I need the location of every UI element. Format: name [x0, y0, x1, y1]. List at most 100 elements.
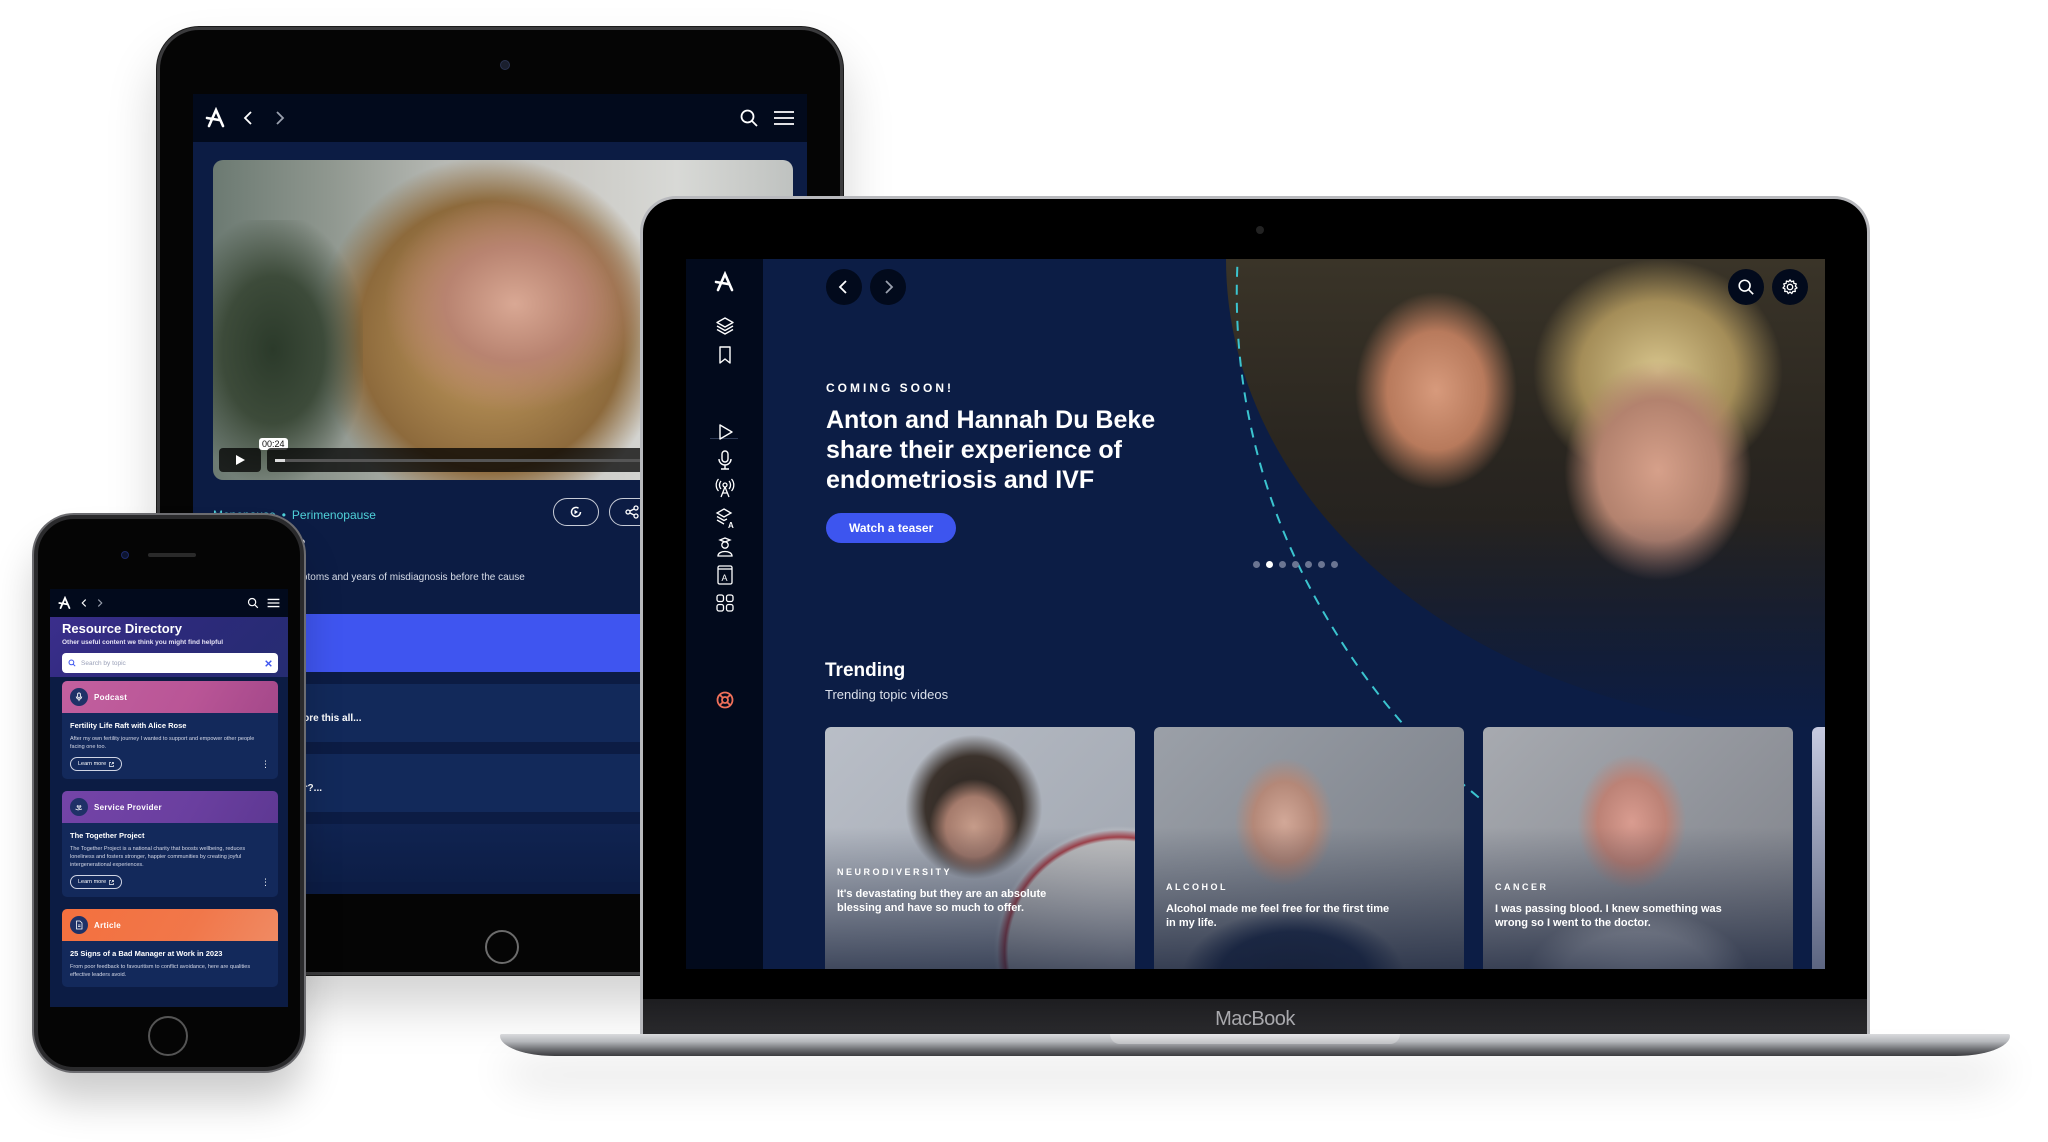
play-icon — [236, 455, 245, 465]
external-link-icon — [109, 761, 114, 767]
resource-type-label: Service Provider — [94, 802, 162, 812]
bookmark-icon[interactable] — [714, 344, 736, 366]
layers-icon[interactable] — [714, 315, 736, 337]
svg-text:A: A — [728, 521, 734, 529]
resource-description: The Together Project is a national chari… — [70, 846, 246, 868]
video-progress-fill — [275, 459, 286, 462]
carousel-dot[interactable] — [1318, 561, 1325, 568]
laptop-chin: MacBook — [643, 999, 1867, 1039]
svg-text:A: A — [722, 573, 728, 583]
next-button[interactable] — [870, 269, 906, 305]
play-button[interactable] — [219, 448, 261, 472]
forward-chevron-icon[interactable] — [273, 109, 287, 127]
card-category: CANCER — [1495, 882, 1549, 892]
resource-type-band: Article — [62, 909, 278, 941]
replay-button[interactable] — [553, 498, 599, 526]
app-logo-icon[interactable] — [205, 107, 227, 129]
search-field[interactable] — [62, 653, 278, 673]
search-icon — [1738, 279, 1754, 295]
app-logo-icon[interactable] — [58, 596, 72, 610]
watch-teaser-button[interactable]: Watch a teaser — [826, 513, 957, 543]
breadcrumb-item[interactable]: Perimenopause — [292, 508, 376, 522]
language-layers-icon[interactable]: A — [714, 507, 736, 529]
search-button[interactable] — [1728, 269, 1764, 305]
video-card[interactable]: CANCER I was passing blood. I knew somet… — [1483, 727, 1793, 969]
page-title: Resource Directory — [62, 621, 182, 636]
carousel-dot[interactable] — [1305, 561, 1312, 568]
card-category: NEURODIVERSITY — [837, 867, 953, 877]
dictionary-icon[interactable]: A — [714, 564, 736, 586]
broadcast-icon[interactable] — [714, 477, 736, 499]
resource-type-band: Podcast — [62, 681, 278, 713]
lifebuoy-icon[interactable] — [714, 689, 736, 711]
hero-title: Anton and Hannah Du Beke share their exp… — [826, 406, 1156, 494]
laptop-base — [500, 1034, 2010, 1056]
hamburger-menu-icon[interactable] — [773, 108, 795, 128]
hamburger-menu-icon[interactable] — [267, 597, 280, 609]
learn-more-button[interactable]: Learn more — [70, 757, 123, 771]
tablet-home-button — [485, 930, 519, 964]
video-card[interactable]: ALCOHOL Alcohol made me feel free for th… — [1154, 727, 1464, 969]
learn-more-button[interactable]: Learn more — [70, 875, 123, 889]
carousel-dot[interactable] — [1331, 561, 1338, 568]
learn-more-label: Learn more — [78, 761, 107, 767]
resource-title: The Together Project — [70, 831, 145, 840]
resource-description: After my own fertility journey I wanted … — [70, 736, 255, 750]
card-category: ALCOHOL — [1166, 882, 1228, 892]
carousel-dot[interactable] — [1292, 561, 1299, 568]
document-icon — [70, 916, 88, 934]
play-icon[interactable] — [714, 421, 736, 443]
grid-icon[interactable] — [714, 592, 736, 614]
carousel-dot[interactable] — [1279, 561, 1286, 568]
back-chevron-icon — [838, 280, 847, 294]
carousel-dot[interactable] — [1253, 561, 1260, 568]
resource-card[interactable]: Service Provider The Together Project Th… — [62, 791, 278, 897]
clear-icon[interactable] — [265, 659, 272, 667]
trending-subheading: Trending topic videos — [825, 687, 949, 702]
share-icon — [625, 505, 639, 519]
search-icon[interactable] — [739, 108, 759, 128]
search-input[interactable] — [81, 659, 260, 667]
tablet-topbar — [193, 94, 807, 142]
card-quote: It's devastating but they are an absolut… — [837, 888, 1047, 914]
resource-type-label: Podcast — [94, 692, 128, 702]
search-icon[interactable] — [247, 597, 259, 609]
laptop-camera — [1256, 226, 1264, 234]
video-card[interactable]: NEURODIVERSITY It's devastating but they… — [825, 727, 1135, 969]
video-card-peek[interactable] — [1812, 727, 1825, 969]
phone-screen: Resource Directory Other useful content … — [50, 589, 288, 1007]
laptop-screen: A A COMING SOON! Anton and Hannah Du Bek… — [686, 259, 1825, 969]
resource-list: Podcast Fertility Life Raft with Alice R… — [62, 681, 278, 999]
top-actions — [1728, 269, 1808, 305]
phone-device: Resource Directory Other useful content … — [34, 515, 304, 1071]
more-options-icon[interactable]: ⋮ — [261, 877, 270, 887]
forward-chevron-icon[interactable] — [96, 597, 104, 609]
card-quote: I was passing blood. I knew something wa… — [1495, 903, 1722, 929]
resource-type-band: Service Provider — [62, 791, 278, 823]
more-options-icon[interactable]: ⋮ — [261, 759, 270, 769]
resource-type-label: Article — [94, 920, 121, 930]
tablet-camera — [500, 60, 510, 70]
carousel-nav — [826, 269, 906, 305]
settings-button[interactable] — [1772, 269, 1808, 305]
app-logo-icon[interactable] — [714, 271, 736, 293]
card-quote: Alcohol made me feel free for the first … — [1166, 903, 1390, 929]
external-link-icon — [109, 879, 114, 885]
microphone-icon — [70, 688, 88, 706]
graduate-icon[interactable] — [714, 536, 736, 558]
carousel-dot[interactable] — [1266, 561, 1273, 568]
hand-heart-icon — [70, 798, 88, 816]
back-chevron-icon[interactable] — [241, 109, 255, 127]
phone-camera — [121, 551, 129, 559]
phone-topbar — [50, 589, 288, 617]
resource-card[interactable]: Article 25 Signs of a Bad Manager at Wor… — [62, 909, 278, 987]
replay-icon — [570, 506, 582, 518]
laptop-brand-label: MacBook — [1215, 1007, 1295, 1030]
microphone-icon[interactable] — [714, 449, 736, 471]
laptop-hinge-notch — [1110, 1034, 1400, 1044]
phone-home-button — [148, 1016, 188, 1056]
back-chevron-icon[interactable] — [80, 597, 88, 609]
phone-speaker — [148, 553, 196, 557]
prev-button[interactable] — [826, 269, 862, 305]
resource-card[interactable]: Podcast Fertility Life Raft with Alice R… — [62, 681, 278, 779]
